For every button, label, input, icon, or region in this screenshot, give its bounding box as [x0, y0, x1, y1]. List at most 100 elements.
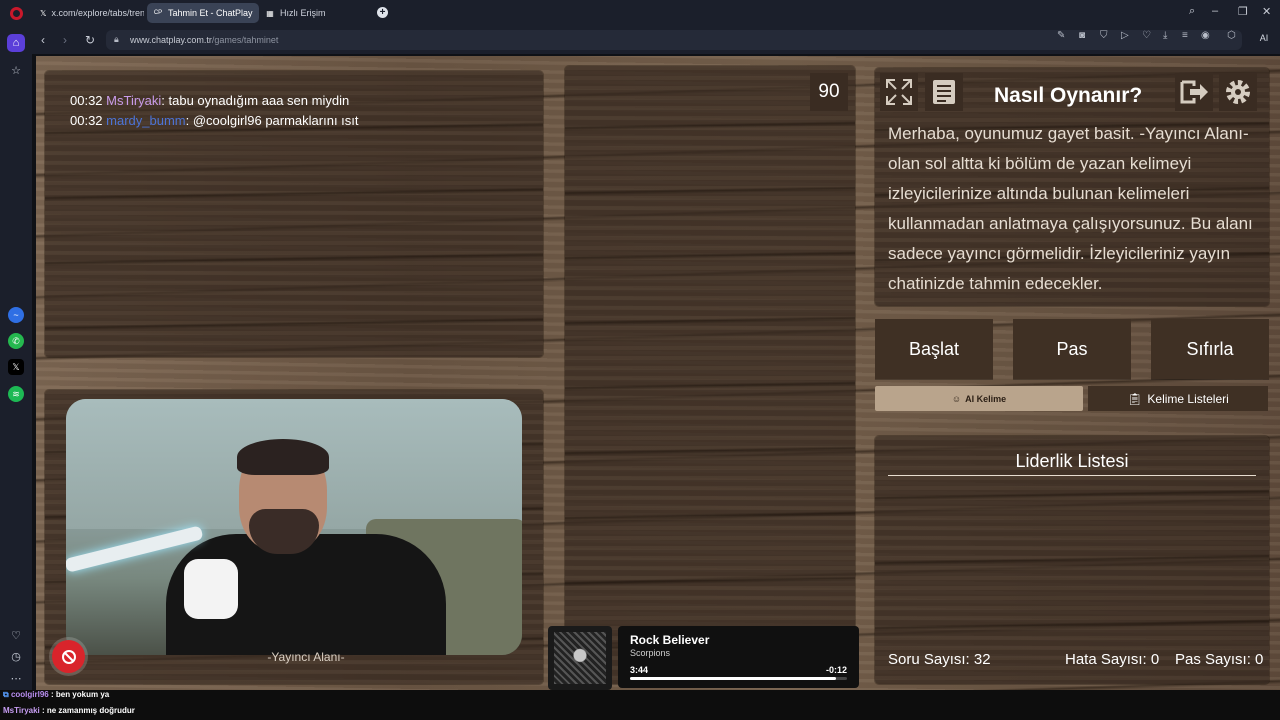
close-window-icon[interactable]: ✕ [1262, 5, 1271, 18]
pass-count: Pas Sayısı: 0 [1175, 651, 1263, 668]
leaderboard-panel [875, 436, 1269, 684]
chat-username: MsTiryaki [106, 93, 162, 108]
chat-panel: 00:32 MsTiryaki: tabu oynadığım aaa sen … [45, 71, 543, 357]
now-playing-widget: Rock Believer Scorpions 3:44 -0:12 [548, 626, 859, 690]
more-icon[interactable]: ⋯ [7, 669, 25, 687]
album-art-image [554, 632, 606, 684]
reload-icon[interactable]: ↻ [85, 33, 95, 47]
tab-label: Tahmin Et - ChatPlay [168, 8, 253, 18]
leaderboard-title: Liderlik Listesi [1015, 451, 1129, 471]
track-info: Rock Believer Scorpions 3:44 -0:12 [618, 626, 859, 688]
play-icon[interactable]: ▷ [1121, 30, 1129, 41]
download-icon[interactable]: ⤓ [1163, 30, 1167, 41]
stat-label: Soru Sayısı: [888, 651, 970, 668]
shield-icon[interactable]: ⛉ [1100, 30, 1108, 41]
pass-button[interactable]: Pas [1013, 319, 1131, 379]
robot-icon: ☺ [951, 393, 962, 404]
webcam-video [66, 399, 522, 655]
tab-chatplay[interactable]: CP Tahmin Et - ChatPlay [147, 3, 259, 23]
chat-username: mardy_bumm [106, 113, 186, 128]
heart-icon[interactable]: ♡ [7, 626, 25, 644]
stat-label: Hata Sayısı: [1065, 651, 1147, 668]
exit-icon [1180, 80, 1208, 104]
search-tabs-icon[interactable]: ⌕ [1189, 5, 1195, 18]
track-progress-fill [630, 677, 837, 680]
stat-value: 32 [973, 651, 991, 668]
tab-quick-access[interactable]: ▦ Hızlı Erişim [259, 3, 359, 23]
chat-text: : tabu oynadığım aaa sen miydin [161, 93, 350, 108]
track-progress-bar [630, 677, 847, 680]
overlay-chat-text: : ben yokum ya [48, 690, 110, 699]
x-icon: 𝕏 [40, 8, 47, 18]
extensions-icon[interactable]: ⬡ [1227, 30, 1236, 41]
overlay-chat-user: MsTiryaki [3, 706, 40, 715]
clipboard-icon: 📋︎ [1127, 391, 1143, 406]
track-remaining: -0:12 [825, 665, 847, 675]
chat-time: 00:32 [70, 93, 103, 108]
url-field[interactable]: 🔒︎ www.chatplay.com.tr/games/tahminet [106, 30, 1242, 50]
gear-icon [1226, 80, 1250, 104]
back-icon[interactable]: ‹ [41, 33, 45, 47]
browser-sidebar: ⌂ ☆ ~ ✆ 𝕏 ≋ ♡ ◷ ⋯ [0, 26, 32, 720]
bottom-chat-overlay: ⧉ coolgirl96 : ben yokum ya MsTiryaki : … [0, 690, 1280, 720]
maximize-icon[interactable]: ❐ [1238, 5, 1248, 18]
overlay-chat-icon: ⧉ [3, 690, 9, 699]
microphone [184, 559, 238, 619]
block-icon [61, 649, 76, 664]
streamer-area-caption: -Yayıncı Alanı- [267, 650, 345, 664]
stop-button[interactable] [52, 640, 85, 673]
how-to-play-title: Nasıl Oynanır? [994, 84, 1143, 107]
stat-value: 0 [1255, 651, 1264, 668]
grid-icon: ▦ [266, 8, 274, 18]
star-icon[interactable]: ☆ [7, 61, 25, 79]
menu-icon[interactable]: ≡ [1182, 30, 1188, 41]
tab-ai-word[interactable]: ☺ AI Kelime [875, 386, 1083, 411]
minimize-icon[interactable]: – [1212, 5, 1218, 17]
reset-button[interactable]: Sıfırla [1151, 319, 1269, 379]
ai-label: AI [1259, 33, 1269, 43]
overlay-chat-text: : ne zamanmış doğrudur [39, 706, 135, 715]
screen: 𝕏 x.com/explore/tabs/trend CP Tahmin Et … [0, 0, 1280, 720]
start-button[interactable]: Başlat [875, 319, 993, 379]
aria-ai-button[interactable]: AI [1250, 28, 1278, 48]
home-icon[interactable]: ⌂ [7, 34, 25, 52]
tab-label: Kelime Listeleri [1147, 391, 1229, 406]
tab-label: x.com/explore/tabs/trend [51, 8, 144, 18]
spotify-icon[interactable]: ≋ [8, 386, 24, 402]
heart-bookmark-icon[interactable]: ♡ [1142, 30, 1151, 41]
messenger-icon[interactable]: ~ [8, 307, 24, 323]
tab-label: Hızlı Erişim [280, 8, 326, 18]
logout-button[interactable] [1175, 73, 1213, 111]
browser-tab-bar: 𝕏 x.com/explore/tabs/trend CP Tahmin Et … [0, 0, 1280, 26]
question-count: Soru Sayısı: 32 [888, 651, 991, 668]
settings-button[interactable] [1219, 73, 1257, 111]
forward-icon[interactable]: › [63, 33, 67, 47]
track-title: Rock Believer [630, 633, 710, 647]
notes-button[interactable] [925, 73, 963, 111]
history-icon[interactable]: ◷ [7, 647, 25, 665]
chat-text: : @coolgirl96 parmaklarını ısıt [185, 113, 359, 128]
camera-icon[interactable]: ◙ [1079, 30, 1085, 41]
document-icon [933, 80, 955, 104]
x-app-icon[interactable]: 𝕏 [8, 359, 24, 375]
tab-word-lists[interactable]: 📋︎ Kelime Listeleri [1088, 386, 1268, 411]
chat-time: 00:32 [70, 113, 103, 128]
album-art [548, 626, 612, 690]
fullscreen-button[interactable] [880, 73, 918, 111]
chat-message: 00:32 MsTiryaki: tabu oynadığım aaa sen … [70, 93, 349, 108]
tab-x[interactable]: 𝕏 x.com/explore/tabs/trend [34, 3, 144, 23]
lock-icon: 🔒︎ [114, 34, 119, 44]
error-count: Hata Sayısı: 0 [1065, 651, 1159, 668]
whatsapp-icon[interactable]: ✆ [8, 333, 24, 349]
track-artist: Scorpions [630, 648, 671, 658]
webcam-person-hair [237, 439, 329, 475]
profile-icon[interactable]: ◉ [1201, 30, 1210, 41]
leaderboard-divider [888, 475, 1256, 476]
webcam-person-beard [249, 509, 319, 554]
new-tab-button[interactable]: + [377, 7, 388, 18]
chat-message: 00:32 mardy_bumm: @coolgirl96 parmakları… [70, 113, 359, 128]
edit-icon[interactable]: ✎ [1057, 30, 1065, 41]
overlay-chat-message: MsTiryaki : ne zamanmış doğrudur [3, 706, 135, 715]
opera-logo-icon[interactable] [10, 7, 23, 20]
how-to-play-text: Merhaba, oyunumuz gayet basit. -Yayıncı … [888, 124, 1253, 293]
